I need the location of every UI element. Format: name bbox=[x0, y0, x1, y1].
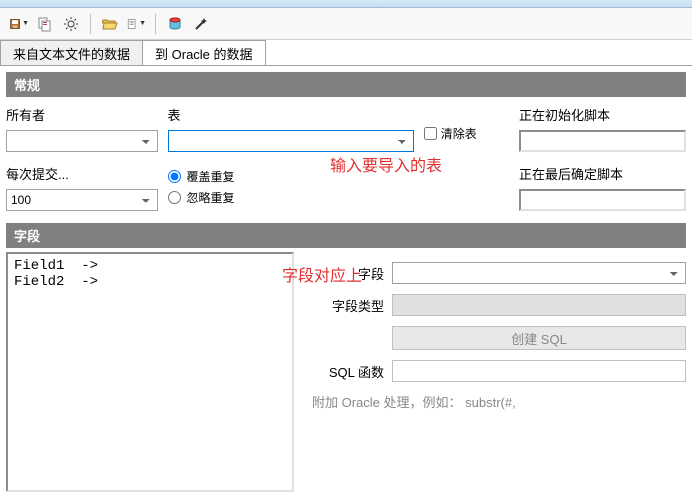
toolbar: ▼ ▼ bbox=[0, 8, 692, 40]
create-sql-button[interactable]: 创建 SQL bbox=[392, 326, 686, 350]
toolbar-separator bbox=[90, 14, 91, 34]
section-header-fields: 字段 bbox=[6, 223, 686, 248]
final-script-input[interactable] bbox=[519, 189, 686, 211]
fields-list[interactable]: Field1 -> Field2 -> bbox=[6, 252, 294, 492]
overwrite-dup-label: 覆盖重复 bbox=[187, 168, 235, 185]
sql-func-input[interactable] bbox=[392, 360, 686, 382]
sql-func-hint: 附加 Oracle 处理，例如： substr(#, bbox=[304, 392, 686, 411]
clear-table-label: 清除表 bbox=[441, 125, 477, 142]
commit-combo[interactable]: 100 bbox=[6, 189, 158, 211]
section-header-general: 常规 bbox=[6, 72, 686, 97]
init-script-label: 正在初始化脚本 bbox=[519, 105, 686, 124]
field-combo[interactable] bbox=[392, 262, 686, 284]
ignore-dup-radio[interactable] bbox=[168, 191, 181, 204]
table-combo[interactable] bbox=[168, 130, 414, 152]
document-icon[interactable]: ▼ bbox=[125, 13, 147, 35]
save-icon[interactable]: ▼ bbox=[8, 13, 30, 35]
wand-icon[interactable] bbox=[190, 13, 212, 35]
sql-func-label: SQL 函数 bbox=[304, 362, 384, 381]
content-area: 常规 所有者 表 清除表 正在初始化脚本 每次提交... 100 bbox=[0, 66, 692, 498]
overwrite-dup-radio[interactable] bbox=[168, 170, 181, 183]
tab-bar: 来自文本文件的数据 到 Oracle 的数据 bbox=[0, 40, 692, 66]
ignore-dup-label: 忽略重复 bbox=[187, 189, 235, 206]
tab-from-text-file[interactable]: 来自文本文件的数据 bbox=[0, 40, 143, 65]
folder-open-icon[interactable] bbox=[99, 13, 121, 35]
final-script-label: 正在最后确定脚本 bbox=[519, 164, 686, 183]
init-script-input[interactable] bbox=[519, 130, 686, 152]
dropdown-arrow-icon: ▼ bbox=[22, 20, 29, 27]
window-titlebar bbox=[0, 0, 692, 8]
table-label: 表 bbox=[168, 105, 414, 124]
copy-icon[interactable] bbox=[34, 13, 56, 35]
commit-label: 每次提交... bbox=[6, 164, 158, 183]
sun-icon[interactable] bbox=[60, 13, 82, 35]
clear-table-checkbox[interactable] bbox=[424, 127, 437, 140]
field-type-label: 字段类型 bbox=[304, 296, 384, 315]
field-label: 字段 bbox=[304, 264, 384, 283]
dropdown-arrow-icon: ▼ bbox=[139, 20, 146, 27]
tab-to-oracle[interactable]: 到 Oracle 的数据 bbox=[142, 40, 266, 65]
owner-combo[interactable] bbox=[6, 130, 158, 152]
owner-label: 所有者 bbox=[6, 105, 158, 124]
toolbar-separator bbox=[155, 14, 156, 34]
general-form: 所有者 表 清除表 正在初始化脚本 bbox=[6, 105, 686, 152]
database-icon[interactable] bbox=[164, 13, 186, 35]
field-type-display bbox=[392, 294, 686, 316]
